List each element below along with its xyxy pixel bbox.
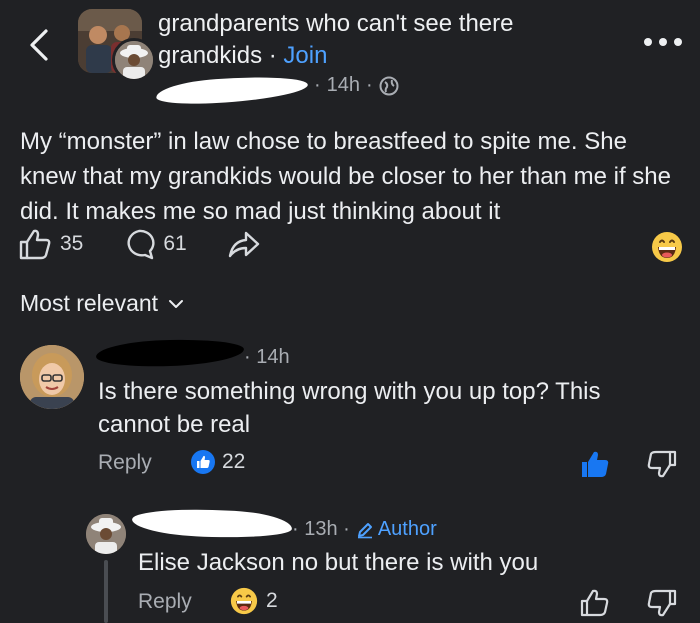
grinning-emoji-icon[interactable] — [651, 231, 683, 263]
join-button[interactable]: Join — [283, 42, 327, 69]
reply-button[interactable]: Reply — [138, 590, 192, 614]
post-text: My “monster” in law chose to breastfeed … — [20, 128, 671, 225]
thumbs-up-icon — [18, 228, 52, 260]
back-icon[interactable] — [24, 28, 56, 62]
globe-icon — [379, 76, 399, 96]
thumbs-down-icon[interactable] — [647, 450, 677, 478]
thread-line — [104, 560, 108, 623]
author-avatar[interactable] — [86, 514, 126, 554]
post-like-button[interactable]: 35 — [18, 228, 83, 260]
pencil-icon — [356, 521, 374, 539]
comment-like-count: 22 — [222, 450, 246, 473]
sort-label: Most relevant — [20, 290, 159, 316]
more-options-icon[interactable] — [641, 36, 685, 48]
post-actions: 35 61 — [18, 228, 261, 260]
post-time: 14h — [326, 74, 361, 96]
reply-time: · 13h · — [292, 518, 350, 540]
reply-meta: · 13h · Author — [292, 518, 437, 541]
grinning-emoji-icon — [230, 587, 258, 615]
like-badge-icon — [190, 449, 216, 475]
comment-time: · 14h — [244, 346, 290, 368]
reply-reaction-count[interactable]: 2 — [230, 587, 278, 615]
post-comment-count: 61 — [163, 232, 187, 255]
author-label: Author — [377, 518, 437, 540]
redaction-mark — [95, 337, 245, 369]
reply-text: Elise Jackson no but there is with you — [138, 549, 539, 576]
upvote-filled-icon[interactable] — [580, 450, 610, 478]
sort-dropdown[interactable]: Most relevant — [20, 290, 184, 317]
comment-reaction-count[interactable]: 22 — [190, 449, 245, 475]
share-icon — [227, 229, 261, 259]
group-name[interactable]: grandparents who can't see there grandki… — [158, 10, 513, 69]
chevron-down-icon — [168, 299, 184, 309]
user-avatar[interactable] — [112, 38, 156, 82]
comment-text: Is there something wrong with you up top… — [98, 378, 601, 438]
reply-react-count: 2 — [266, 589, 278, 612]
reply-button[interactable]: Reply — [98, 451, 152, 475]
redaction-mark — [131, 507, 293, 540]
post-like-count: 35 — [60, 232, 84, 255]
title-separator: · — [268, 42, 277, 69]
thumbs-up-icon[interactable] — [580, 589, 610, 617]
commenter-avatar[interactable] — [20, 345, 84, 409]
meta-separator: · — [314, 74, 321, 96]
group-title[interactable]: grandparents who can't see there grandki… — [158, 8, 618, 72]
post-share-button[interactable] — [227, 229, 261, 259]
post-comment-button[interactable]: 61 — [123, 228, 187, 260]
comment-icon — [123, 228, 155, 260]
meta-separator-2: · — [366, 74, 373, 96]
thumbs-down-icon[interactable] — [647, 589, 677, 617]
author-badge: Author — [356, 518, 437, 541]
